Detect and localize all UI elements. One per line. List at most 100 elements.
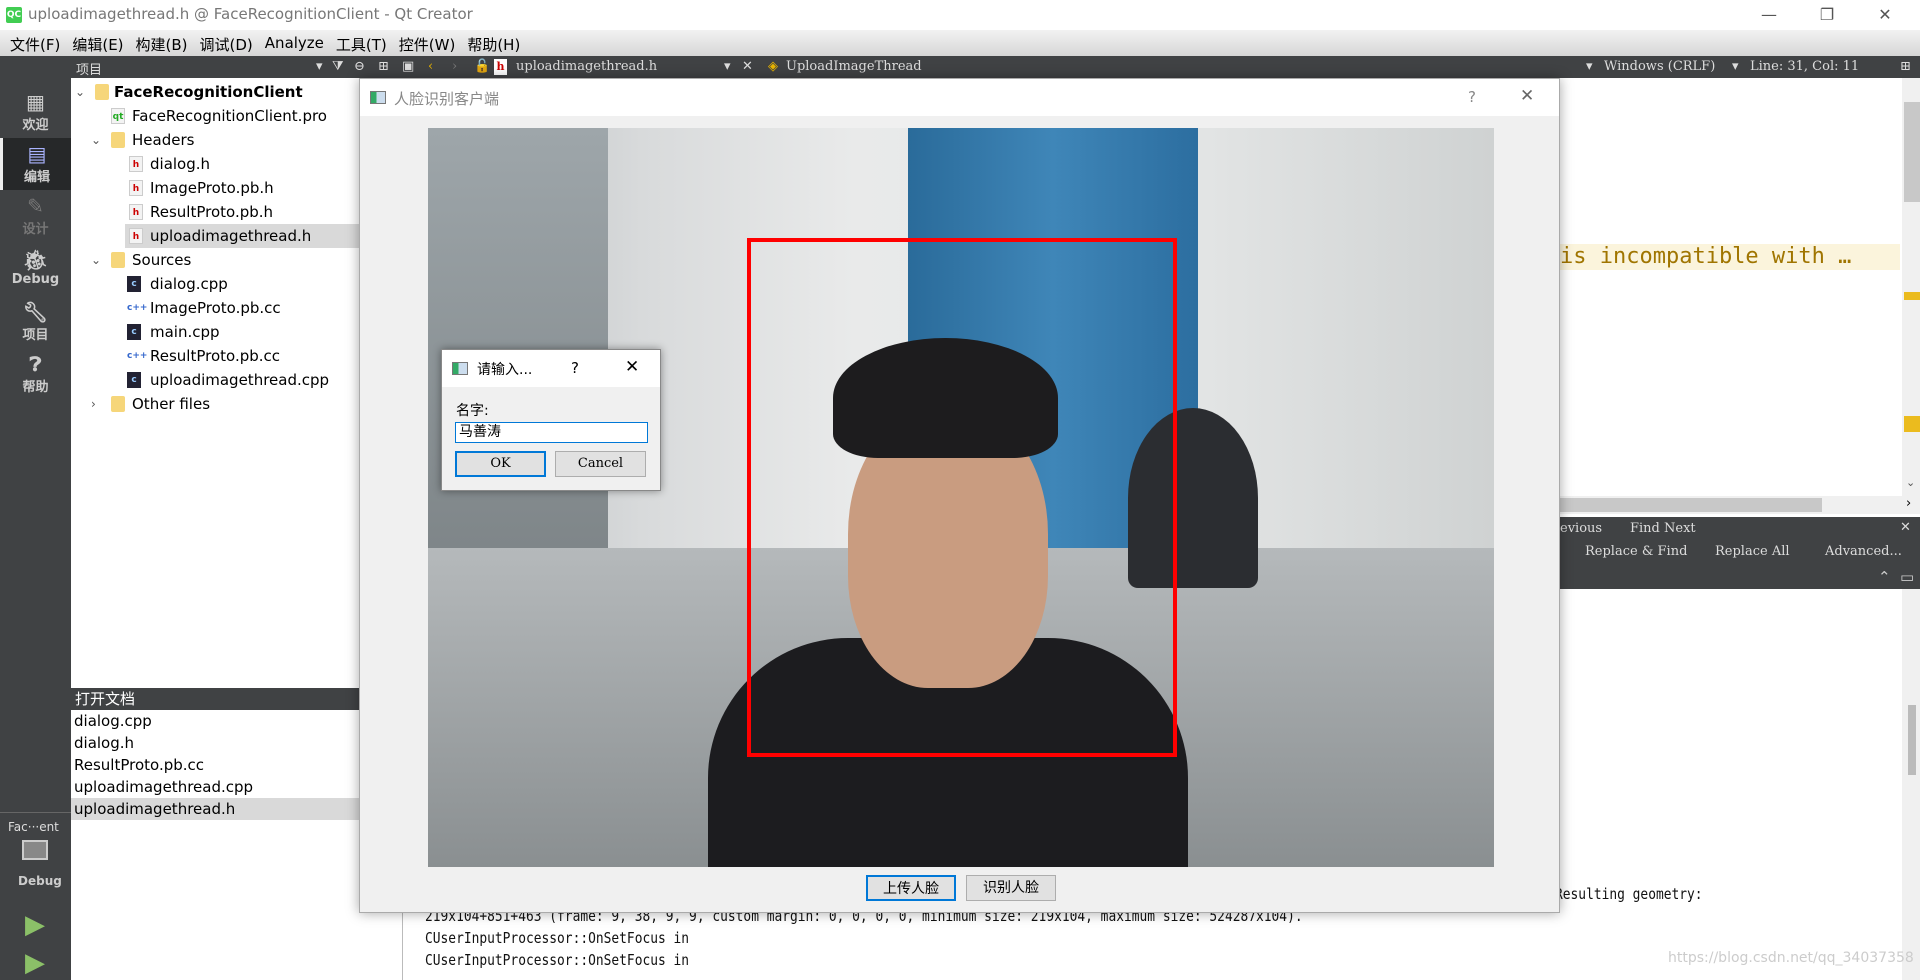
menu-controls[interactable]: 控件(W) (393, 30, 462, 56)
link-icon[interactable]: ⊖ (354, 59, 365, 74)
mode-help[interactable]: ❓︎ 帮助 (0, 348, 71, 400)
help-button[interactable]: ? (1468, 88, 1476, 106)
class-icon: ◈ (768, 59, 778, 74)
tree-item-selected[interactable]: h uploadimagethread.h (125, 224, 359, 248)
upload-face-button[interactable]: 上传人脸 (866, 875, 956, 901)
cursor-position[interactable]: Line: 31, Col: 11 (1750, 59, 1859, 74)
open-documents-list: dialog.cpp dialog.h ResultProto.pb.cc up… (71, 710, 359, 980)
back-icon[interactable]: ‹ (428, 59, 433, 74)
list-item[interactable]: dialog.h (71, 732, 359, 754)
menu-help[interactable]: 帮助(H) (461, 30, 526, 56)
list-item[interactable]: dialog.cpp (71, 710, 359, 732)
help-button[interactable]: ? (571, 359, 579, 377)
cancel-button[interactable]: Cancel (555, 451, 646, 477)
close-panel-icon[interactable]: ▣ (402, 59, 414, 74)
advanced-button[interactable]: Advanced... (1825, 544, 1902, 559)
open-file-select[interactable]: uploadimagethread.h (516, 59, 657, 74)
scroll-right-icon[interactable]: › (1906, 496, 1911, 511)
menu-file[interactable]: 文件(F) (4, 30, 66, 56)
panel-dropdown-icon[interactable]: ▾ (316, 59, 323, 74)
mode-bar: ▦ 欢迎 ▤ 编辑 ✎ 设计 🐞︎ Debug 🔧︎ 项目 ❓︎ 帮助 Fac···ent … (0, 78, 71, 980)
warning-marker (1904, 416, 1920, 432)
file-dropdown-icon[interactable]: ▾ (724, 59, 731, 74)
header-file-icon: h (129, 204, 143, 220)
find-toolbar: evious Find Next ✕ Replace & Find Replac… (1560, 517, 1920, 566)
replace-all-button[interactable]: Replace All (1715, 544, 1790, 559)
dialog-title-bar: 人脸识别客户端 ? ✕ (360, 79, 1559, 116)
split-icon[interactable]: ⊞ (378, 59, 389, 74)
menu-analyze[interactable]: Analyze (259, 30, 330, 56)
wrench-icon: 🔧︎ (22, 300, 49, 324)
mode-welcome[interactable]: ▦ 欢迎 (0, 86, 71, 138)
position-dropdown-icon[interactable]: ▾ (1732, 59, 1739, 74)
close-find-icon[interactable]: ✕ (1900, 520, 1911, 535)
tree-other[interactable]: › Other files (71, 392, 359, 416)
tree-item[interactable]: qt FaceRecognitionClient.pro (71, 104, 359, 128)
tree-item[interactable]: c dialog.cpp (71, 272, 359, 296)
tree-headers[interactable]: ⌄ Headers (71, 128, 359, 152)
app-window-icon (452, 362, 468, 375)
header-file-icon: h (129, 180, 143, 196)
menu-debug[interactable]: 调试(D) (194, 30, 259, 56)
split-editor-icon[interactable]: ⊞ (1900, 59, 1911, 74)
mode-debug[interactable]: 🐞︎ Debug (0, 244, 71, 296)
editor-horizontal-scrollbar[interactable]: › (1560, 496, 1920, 514)
replace-find-button[interactable]: Replace & Find (1585, 544, 1687, 559)
monitor-icon[interactable] (22, 840, 48, 860)
maximize-pane-icon[interactable]: ⌃ (1878, 568, 1891, 586)
kit-build-label[interactable]: Debug (18, 874, 62, 888)
run-icon[interactable]: ▶ (25, 910, 45, 940)
close-file-icon[interactable]: ✕ (742, 59, 753, 74)
editor-toolbar: 项目 ▾ ⧩ ⊖ ⊞ ▣ ‹ › 🔓 h uploadimagethread.h… (0, 56, 1920, 78)
panel-title-select[interactable]: 项目 (76, 59, 102, 78)
find-next-button[interactable]: Find Next (1630, 521, 1696, 536)
find-previous-button[interactable]: evious (1560, 521, 1602, 536)
line-ending-select[interactable]: Windows (CRLF) (1604, 59, 1715, 74)
warning-annotation: is incompatible with … (1560, 244, 1900, 270)
menu-tools[interactable]: 工具(T) (330, 30, 393, 56)
restore-button[interactable]: ❐ (1804, 2, 1850, 28)
project-tree: ⌄ FaceRecognitionClient qt FaceRecognition… (71, 78, 359, 688)
close-button[interactable]: ✕ (625, 357, 639, 377)
close-button[interactable]: ✕ (1520, 86, 1534, 106)
menu-edit[interactable]: 编辑(E) (66, 30, 129, 56)
lock-icon: 🔓 (474, 59, 491, 74)
output-scrollbar[interactable] (1902, 600, 1920, 980)
code-editor[interactable] (1560, 78, 1902, 496)
cpp-file-icon: c (127, 324, 141, 340)
debug-run-icon[interactable]: ▶ (25, 948, 45, 978)
pro-file-icon: qt (111, 108, 125, 124)
tree-sources[interactable]: ⌄ Sources (71, 248, 359, 272)
folder-icon (111, 252, 125, 268)
mode-projects[interactable]: 🔧︎ 项目 (0, 296, 71, 348)
tree-item[interactable]: c++ ImageProto.pb.cc (71, 296, 359, 320)
scroll-down-icon[interactable]: ⌄ (1906, 476, 1915, 489)
minimize-button[interactable]: — (1746, 2, 1792, 28)
close-button[interactable]: ✕ (1862, 2, 1908, 28)
list-item-selected[interactable]: uploadimagethread.h (71, 798, 359, 820)
editor-vertical-scrollbar[interactable]: ⌄ (1902, 78, 1920, 496)
hide-pane-icon[interactable]: ▭ (1900, 568, 1914, 586)
list-item[interactable]: uploadimagethread.cpp (71, 776, 359, 798)
tree-item[interactable]: c uploadimagethread.cpp (71, 368, 359, 392)
tree-item[interactable]: h ImageProto.pb.h (71, 176, 359, 200)
tree-item[interactable]: c main.cpp (71, 320, 359, 344)
forward-icon[interactable]: › (452, 59, 457, 74)
encoding-dropdown-icon[interactable]: ▾ (1586, 59, 1593, 74)
recognize-face-button[interactable]: 识别人脸 (966, 875, 1056, 901)
pencil-icon: ✎ (27, 194, 44, 218)
mode-design[interactable]: ✎ 设计 (0, 190, 71, 242)
menu-build[interactable]: 构建(B) (130, 30, 194, 56)
filter-icon[interactable]: ⧩ (332, 59, 344, 74)
tree-item[interactable]: c++ ResultProto.pb.cc (71, 344, 359, 368)
cc-file-icon: c++ (127, 303, 148, 313)
name-input[interactable]: 马善涛 (455, 422, 648, 443)
mode-edit[interactable]: ▤ 编辑 (0, 138, 71, 190)
ok-button[interactable]: OK (455, 451, 546, 477)
app-window-icon (370, 91, 386, 104)
list-item[interactable]: ResultProto.pb.cc (71, 754, 359, 776)
symbol-select[interactable]: UploadImageThread (786, 59, 922, 74)
tree-item[interactable]: h dialog.h (71, 152, 359, 176)
tree-item[interactable]: h ResultProto.pb.h (71, 200, 359, 224)
tree-root[interactable]: ⌄ FaceRecognitionClient (71, 80, 359, 104)
